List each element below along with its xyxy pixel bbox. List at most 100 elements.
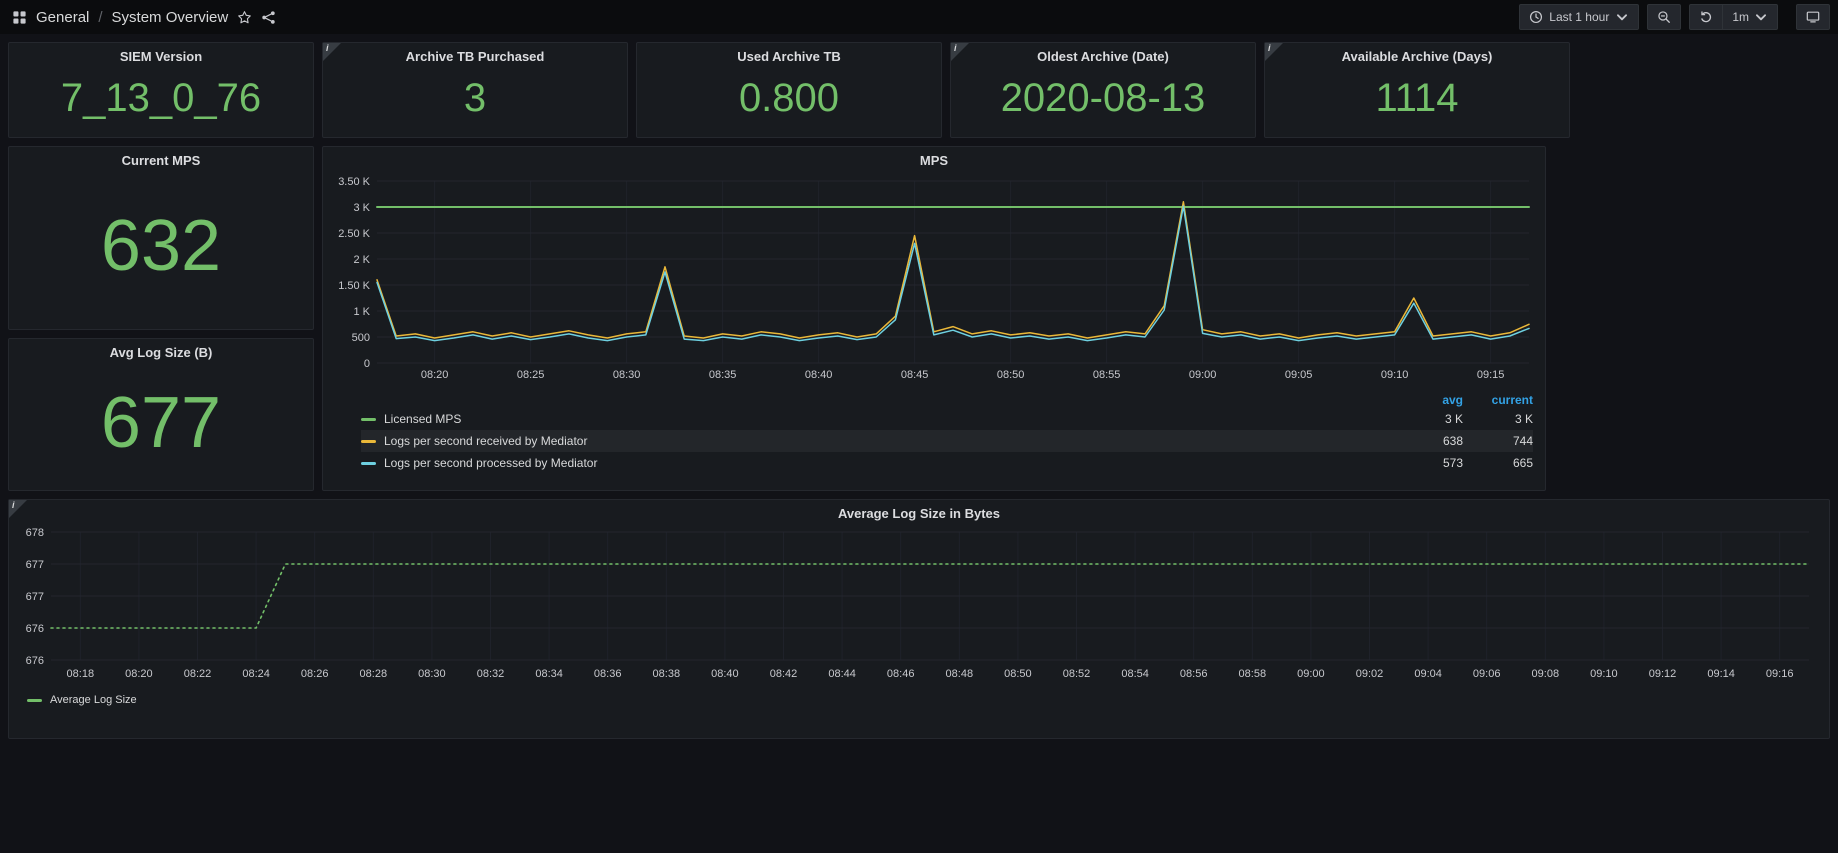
stat-panel-current-mps: Current MPS 632 — [8, 146, 314, 330]
zoom-out-icon — [1657, 10, 1671, 24]
navbar: General / System Overview Last 1 hour — [0, 0, 1838, 34]
mps-row: Current MPS 632 Avg Log Size (B) 677 MPS… — [8, 146, 1830, 491]
x-axis-tick-label: 09:06 — [1473, 668, 1501, 680]
legend-swatch — [361, 418, 376, 421]
apps-grid-icon[interactable] — [12, 10, 27, 25]
legend-value-current: 3 K — [1463, 412, 1533, 426]
refresh-interval-label: 1m — [1732, 10, 1749, 24]
x-axis-tick-label: 08:45 — [901, 369, 929, 381]
y-axis-tick-label: 677 — [26, 559, 44, 571]
time-range-label: Last 1 hour — [1549, 10, 1609, 24]
x-axis-tick-label: 08:44 — [828, 668, 856, 680]
stat-value: 2020-08-13 — [951, 67, 1255, 137]
breadcrumb-separator: / — [98, 9, 102, 26]
avg-log-chart-plot[interactable]: 08:1808:2008:2208:2408:2608:2808:3008:32… — [17, 526, 1823, 684]
kiosk-mode-button[interactable] — [1796, 4, 1830, 30]
x-axis-tick-label: 08:56 — [1180, 668, 1208, 680]
panel-title[interactable]: Average Log Size in Bytes — [17, 500, 1821, 526]
x-axis-tick-label: 08:25 — [517, 369, 545, 381]
y-axis-tick-label: 678 — [26, 527, 44, 539]
monitor-icon — [1806, 10, 1820, 24]
legend-row: Logs per second processed by Mediator573… — [361, 452, 1533, 474]
dashboard: SIEM Version 7_13_0_76 i Archive TB Purc… — [0, 34, 1838, 747]
zoom-out-button[interactable] — [1647, 4, 1681, 30]
stat-value: 677 — [9, 363, 313, 490]
legend-series-label[interactable]: Logs per second received by Mediator — [361, 434, 1393, 448]
x-axis-tick-label: 08:30 — [613, 369, 641, 381]
x-axis-tick-label: 09:05 — [1285, 369, 1313, 381]
x-axis-tick-label: 08:34 — [535, 668, 563, 680]
x-axis-tick-label: 08:26 — [301, 668, 329, 680]
y-axis-tick-label: 676 — [26, 655, 44, 667]
x-axis-tick-label: 09:12 — [1649, 668, 1677, 680]
stat-value: 7_13_0_76 — [9, 67, 313, 137]
panel-title[interactable]: Used Archive TB — [637, 45, 941, 67]
refresh-button-group: 1m — [1689, 4, 1778, 30]
y-axis-tick-label: 1 K — [353, 306, 370, 318]
x-axis-tick-label: 08:42 — [770, 668, 798, 680]
x-axis-tick-label: 08:36 — [594, 668, 622, 680]
legend-row: Logs per second received by Mediator6387… — [361, 430, 1533, 452]
mps-chart-plot[interactable]: 08:2008:2508:3008:3508:4008:4508:5008:55… — [331, 173, 1539, 385]
x-axis-tick-label: 08:55 — [1093, 369, 1121, 381]
x-axis-tick-label: 09:10 — [1381, 369, 1409, 381]
x-axis-tick-label: 09:00 — [1297, 668, 1325, 680]
x-axis-tick-label: 08:40 — [711, 668, 739, 680]
breadcrumb-section[interactable]: General — [36, 9, 89, 26]
legend-swatch — [27, 699, 42, 702]
x-axis-tick-label: 08:50 — [1004, 668, 1032, 680]
legend-value-avg: 3 K — [1393, 412, 1463, 426]
x-axis-tick-label: 08:52 — [1063, 668, 1091, 680]
legend-swatch — [361, 462, 376, 465]
panel-title[interactable]: Avg Log Size (B) — [9, 341, 313, 363]
y-axis-tick-label: 3.50 K — [338, 176, 370, 188]
refresh-button[interactable] — [1690, 5, 1722, 29]
side-stat-column: Current MPS 632 Avg Log Size (B) 677 — [8, 146, 314, 491]
x-axis-tick-label: 08:50 — [997, 369, 1025, 381]
mps-chart-panel: MPS 08:2008:2508:3008:3508:4008:4508:500… — [322, 146, 1546, 491]
panel-title[interactable]: Oldest Archive (Date) — [951, 45, 1255, 67]
y-axis-tick-label: 2.50 K — [338, 228, 370, 240]
legend-column-header-avg[interactable]: avg — [1393, 393, 1463, 407]
stat-panel-available-archive-days: i Available Archive (Days) 1114 — [1264, 42, 1570, 138]
panel-title[interactable]: SIEM Version — [9, 45, 313, 67]
x-axis-tick-label: 09:10 — [1590, 668, 1618, 680]
mps-legend: avgcurrentLicensed MPS3 K3 KLogs per sec… — [331, 390, 1537, 474]
legend-series-label[interactable]: Licensed MPS — [361, 412, 1393, 426]
legend-value-current: 744 — [1463, 434, 1533, 448]
x-axis-tick-label: 08:38 — [653, 668, 681, 680]
chevron-down-icon — [1615, 10, 1629, 24]
y-axis-tick-label: 1.50 K — [338, 280, 370, 292]
panel-title[interactable]: Current MPS — [9, 149, 313, 171]
legend-series-label[interactable]: Logs per second processed by Mediator — [361, 456, 1393, 470]
stat-panel-used-archive-tb: Used Archive TB 0.800 — [636, 42, 942, 138]
y-axis-tick-label: 500 — [352, 332, 370, 344]
legend-column-header-current[interactable]: current — [1463, 393, 1533, 407]
series-line — [377, 202, 1529, 338]
x-axis-tick-label: 08:46 — [887, 668, 915, 680]
x-axis-tick-label: 08:28 — [360, 668, 388, 680]
panel-title[interactable]: Archive TB Purchased — [323, 45, 627, 67]
avg-log-legend[interactable]: Average Log Size — [17, 689, 1821, 706]
stat-value: 0.800 — [637, 67, 941, 137]
panel-title[interactable]: MPS — [331, 147, 1537, 173]
avg-log-chart-panel: i Average Log Size in Bytes 08:1808:2008… — [8, 499, 1830, 739]
stat-value: 3 — [323, 67, 627, 137]
x-axis-tick-label: 09:04 — [1414, 668, 1442, 680]
refresh-interval-picker[interactable]: 1m — [1722, 5, 1777, 29]
share-icon[interactable] — [261, 10, 276, 25]
legend-header-row: avgcurrent — [361, 392, 1533, 408]
x-axis-tick-label: 08:22 — [184, 668, 212, 680]
stat-row: SIEM Version 7_13_0_76 i Archive TB Purc… — [8, 42, 1830, 138]
breadcrumb-page: System Overview — [112, 9, 229, 26]
x-axis-tick-label: 08:24 — [242, 668, 270, 680]
x-axis-tick-label: 08:54 — [1121, 668, 1149, 680]
legend-value-avg: 573 — [1393, 456, 1463, 470]
panel-title[interactable]: Available Archive (Days) — [1265, 45, 1569, 67]
x-axis-tick-label: 08:35 — [709, 369, 737, 381]
time-range-picker[interactable]: Last 1 hour — [1519, 4, 1639, 30]
x-axis-tick-label: 08:20 — [125, 668, 153, 680]
x-axis-tick-label: 08:18 — [67, 668, 95, 680]
star-icon[interactable] — [237, 10, 252, 25]
y-axis-tick-label: 0 — [364, 358, 370, 370]
